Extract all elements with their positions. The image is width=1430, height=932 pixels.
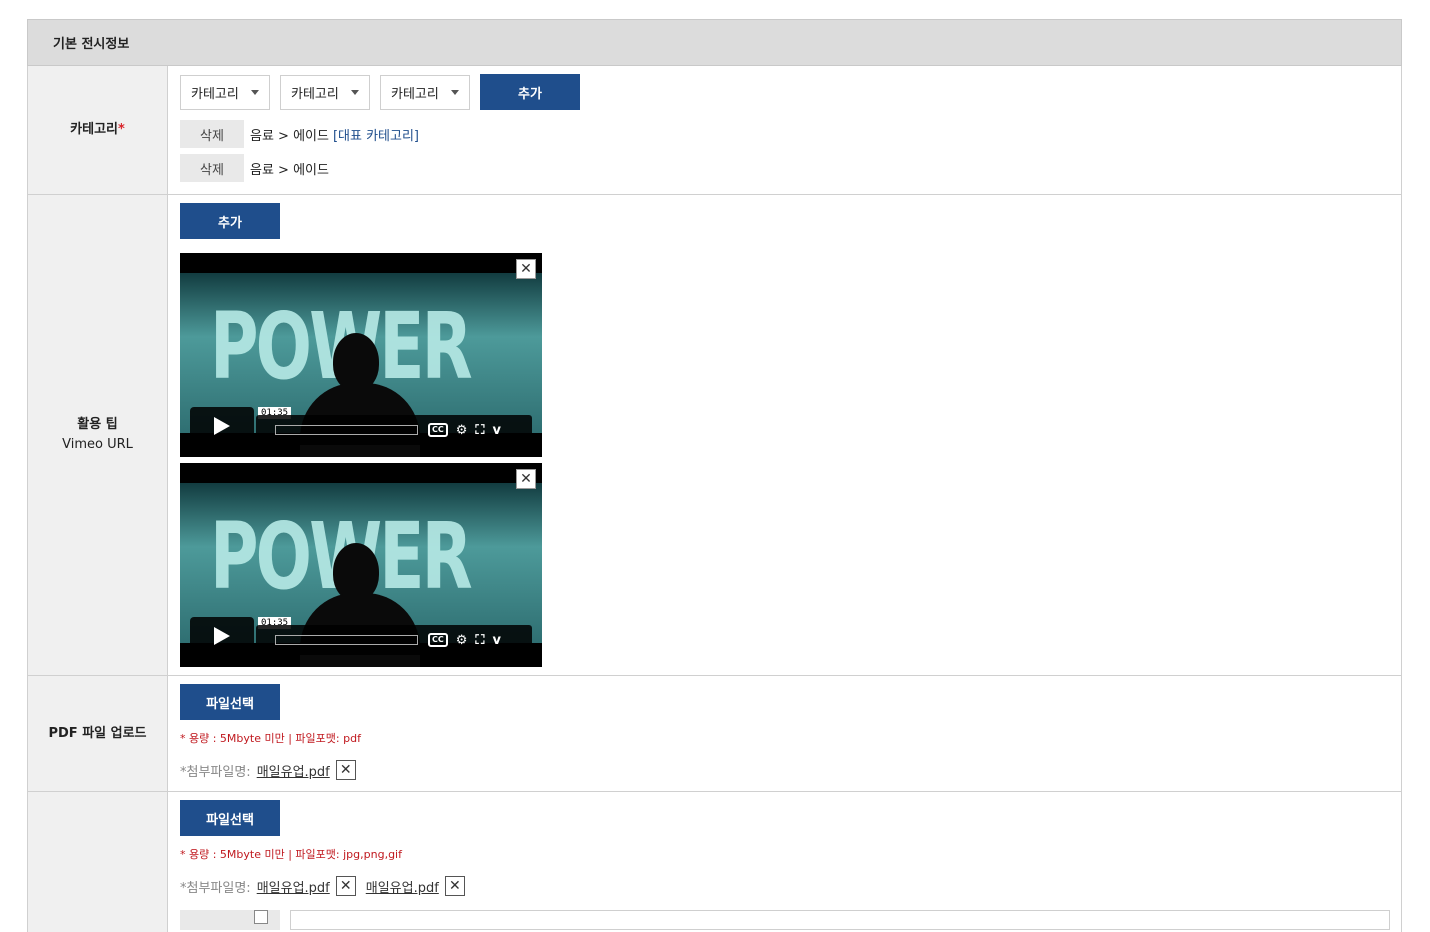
play-icon <box>214 417 230 435</box>
image-content: 파일선택 * 용량 : 5Mbyte 미만 | 파일포맷: jpg,png,gi… <box>168 792 1401 932</box>
pdf-attachment: *첨부파일명: 매일유업.pdf ✕ <box>180 760 1389 780</box>
play-button[interactable] <box>190 407 254 445</box>
representative-badge: [대표 카테고리] <box>332 128 420 144</box>
category-select-3-value: 카테고리 <box>391 86 439 102</box>
pdf-file-select-button[interactable]: 파일선택 <box>180 684 280 720</box>
image-upload-note: * 용량 : 5Mbyte 미만 | 파일포맷: jpg,png,gif <box>180 848 402 861</box>
form-container: 기본 전시정보 카테고리 * 카테고리 카테고리 카테고리 추가 삭제 음료 > … <box>27 19 1402 932</box>
play-button[interactable] <box>190 617 254 655</box>
vimeo-label-line2: Vimeo URL <box>62 437 133 452</box>
image-row: 파일선택 * 용량 : 5Mbyte 미만 | 파일포맷: jpg,png,gi… <box>27 792 1402 932</box>
chevron-down-icon <box>251 89 259 95</box>
attachment-file-link[interactable]: 매일유업.pdf <box>257 761 330 780</box>
section-header: 기본 전시정보 <box>27 19 1402 66</box>
category-select-1-value: 카테고리 <box>191 86 239 102</box>
close-icon[interactable]: ✕ <box>516 259 536 279</box>
gear-icon[interactable]: ⚙ <box>456 423 468 438</box>
required-mark: * <box>118 122 125 137</box>
attachment-label: *첨부파일명: <box>180 764 251 780</box>
section-title: 기본 전시정보 <box>53 37 130 52</box>
video-controls: CC ⚙ ⛶ v <box>256 625 532 655</box>
chevron-down-icon <box>451 89 459 95</box>
category-path: 음료 > 에이드 <box>250 162 329 178</box>
vimeo-icon[interactable]: v <box>493 633 501 648</box>
vimeo-row: 활용 팁 Vimeo URL 추가 POWER ✕ 01:35 CC ⚙ <box>27 195 1402 676</box>
vimeo-label-line1: 활용 팁 <box>77 417 118 432</box>
vimeo-content: 추가 POWER ✕ 01:35 CC ⚙ ⛶ v <box>168 195 1401 675</box>
category-item: 삭제 음료 > 에이드 <box>180 154 1389 182</box>
category-select-1[interactable]: 카테고리 <box>180 74 270 110</box>
delete-category-button[interactable]: 삭제 <box>180 154 244 182</box>
video-player[interactable]: POWER ✕ 01:35 CC ⚙ ⛶ v <box>180 253 542 457</box>
category-row: 카테고리 * 카테고리 카테고리 카테고리 추가 삭제 음료 > 에이드 [대표 … <box>27 66 1402 195</box>
category-select-2[interactable]: 카테고리 <box>280 74 370 110</box>
image-file-select-button[interactable]: 파일선택 <box>180 800 280 836</box>
video-player[interactable]: POWER ✕ 01:35 CC ⚙ ⛶ v <box>180 463 542 667</box>
progress-bar[interactable] <box>275 425 418 435</box>
category-label: 카테고리 * <box>28 66 168 194</box>
pdf-upload-note: * 용량 : 5Mbyte 미만 | 파일포맷: pdf <box>180 732 361 745</box>
attachment-file-link[interactable]: 매일유업.pdf <box>257 877 330 896</box>
attachment-label: *첨부파일명: <box>180 880 251 896</box>
cc-icon[interactable]: CC <box>428 633 448 647</box>
add-video-button[interactable]: 추가 <box>180 203 280 239</box>
category-content: 카테고리 카테고리 카테고리 추가 삭제 음료 > 에이드 [대표 카테고리] … <box>168 66 1401 194</box>
cc-icon[interactable]: CC <box>428 423 448 437</box>
vimeo-icon[interactable]: v <box>493 423 501 438</box>
pdf-label: PDF 파일 업로드 <box>28 676 168 791</box>
checkbox[interactable] <box>254 910 268 924</box>
add-category-button[interactable]: 추가 <box>480 74 580 110</box>
fullscreen-icon[interactable]: ⛶ <box>475 423 484 438</box>
chevron-down-icon <box>351 89 359 95</box>
image-attachment: *첨부파일명: 매일유업.pdf ✕ 매일유업.pdf ✕ <box>180 876 1389 896</box>
video-controls: CC ⚙ ⛶ v <box>256 415 532 445</box>
close-icon[interactable]: ✕ <box>444 876 465 896</box>
delete-category-button[interactable]: 삭제 <box>180 120 244 148</box>
close-icon[interactable]: ✕ <box>335 876 356 896</box>
text-input[interactable] <box>290 910 1390 930</box>
image-label <box>28 792 168 932</box>
category-label-text: 카테고리 <box>70 122 119 137</box>
pdf-content: 파일선택 * 용량 : 5Mbyte 미만 | 파일포맷: pdf *첨부파일명… <box>168 676 1401 791</box>
gear-icon[interactable]: ⚙ <box>456 633 468 648</box>
vimeo-label: 활용 팁 Vimeo URL <box>28 195 168 675</box>
category-select-2-value: 카테고리 <box>291 86 339 102</box>
pdf-row: PDF 파일 업로드 파일선택 * 용량 : 5Mbyte 미만 | 파일포맷:… <box>27 676 1402 792</box>
category-item: 삭제 음료 > 에이드 [대표 카테고리] <box>180 120 1389 148</box>
category-select-3[interactable]: 카테고리 <box>380 74 470 110</box>
progress-bar[interactable] <box>275 635 418 645</box>
close-icon[interactable]: ✕ <box>516 469 536 489</box>
fullscreen-icon[interactable]: ⛶ <box>475 633 484 648</box>
category-path: 음료 > 에이드 <box>250 128 329 144</box>
attachment-file-link[interactable]: 매일유업.pdf <box>366 877 439 896</box>
close-icon[interactable]: ✕ <box>335 760 356 780</box>
play-icon <box>214 627 230 645</box>
